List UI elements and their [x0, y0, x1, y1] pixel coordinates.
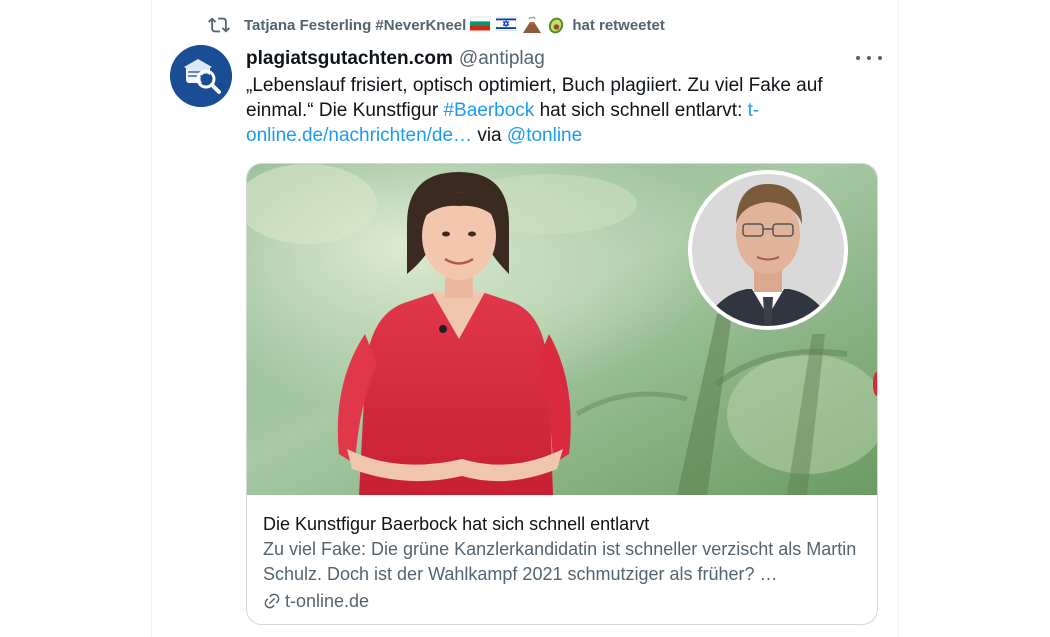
volcano-icon	[522, 16, 542, 34]
tweet-text-part3: via	[472, 125, 507, 146]
more-options-icon[interactable]	[856, 46, 882, 70]
card-image[interactable]	[247, 164, 877, 495]
card-body: Die Kunstfigur Baerbock hat sich schnell…	[263, 512, 863, 613]
retweet-action-text: hat retweetet	[572, 16, 665, 34]
card-description: Zu viel Fake: Die grüne Kanzlerkandidati…	[263, 539, 857, 584]
avocado-icon	[546, 16, 566, 34]
tweet-text: „Lebenslauf frisiert, optisch optimiert,…	[246, 73, 846, 148]
israel-flag-icon	[496, 16, 518, 34]
link-icon	[263, 592, 281, 610]
avatar[interactable]	[170, 45, 232, 107]
card-title[interactable]: Die Kunstfigur Baerbock hat sich schnell…	[263, 512, 863, 536]
author-handle[interactable]: @antiplag	[459, 48, 545, 70]
retweet-icon	[208, 14, 230, 36]
author-name[interactable]: plagiatsgutachten.com	[246, 48, 453, 70]
retweeter-name[interactable]: Tatjana Festerling #NeverKneel	[244, 17, 466, 34]
link-card[interactable]: Die Kunstfigur Baerbock hat sich schnell…	[246, 163, 878, 625]
retweet-context[interactable]: Tatjana Festerling #NeverKneel hat retwe…	[208, 12, 665, 38]
bulgaria-flag-icon	[470, 16, 492, 34]
tweet-text-part2: hat sich schnell entlarvt:	[534, 100, 748, 121]
card-domain[interactable]: t-online.de	[285, 589, 369, 613]
tweet-header: plagiatsgutachten.com @antiplag	[246, 46, 545, 72]
card-domain-row[interactable]: t-online.de	[263, 589, 863, 613]
mention-link[interactable]: @tonline	[507, 125, 582, 146]
hashtag-link[interactable]: #Baerbock	[443, 100, 534, 121]
